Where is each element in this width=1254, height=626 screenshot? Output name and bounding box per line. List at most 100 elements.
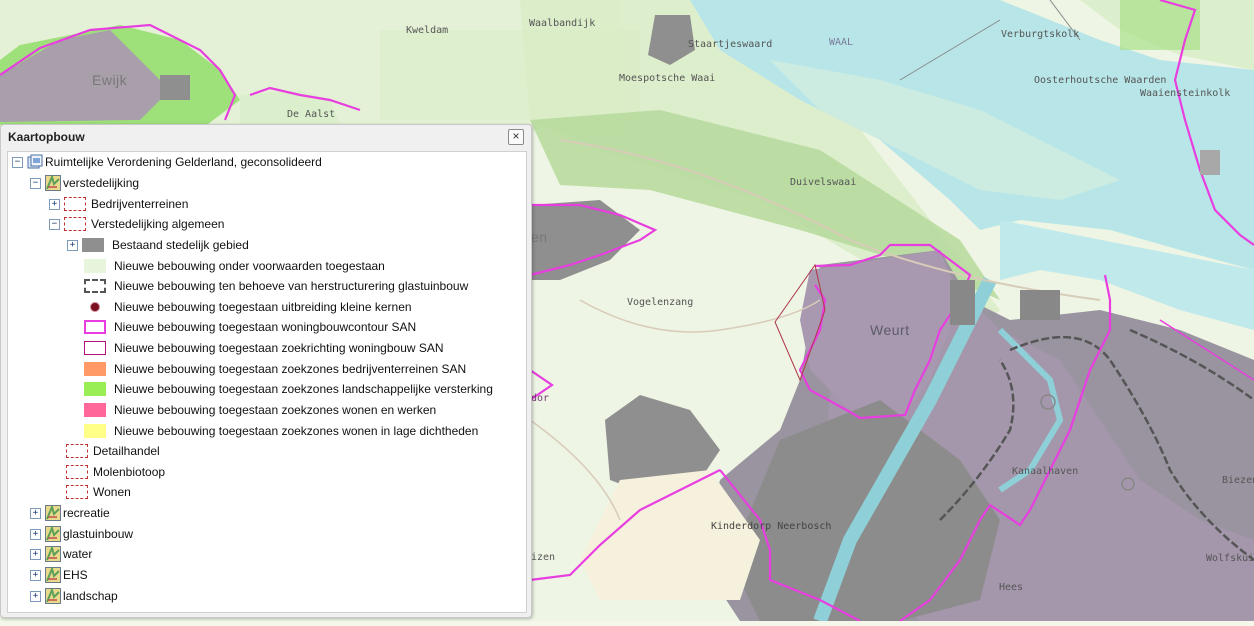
tree-label: Nieuwe bebouwing toegestaan zoekzones la… [114,382,493,396]
legend-symbol [84,279,106,293]
panel-title: Kaartopbouw [8,130,85,144]
tree-node-bestaand-stedelijk-gebied[interactable]: + Bestaand stedelijk gebied [67,235,249,255]
legend-symbol [82,238,104,252]
tree-label: Molenbiotoop [93,465,166,479]
tree-label: Nieuwe bebouwing toegestaan zoekzones wo… [114,424,479,438]
tree-label: Wonen [93,485,131,499]
place-name-verburgtskolk: Verburgtskolk [1001,29,1080,40]
tree-node-verstedelijking-algemeen[interactable]: − Verstedelijking algemeen [49,214,224,234]
legend-symbol [64,197,86,211]
map-service-icon [27,154,43,169]
tree-node-landschap[interactable]: + landschap [30,586,118,606]
map-layers-panel[interactable]: Kaartopbouw × − Ruimtelijke Verordening … [0,124,532,618]
tree-node-water[interactable]: + water [30,544,92,564]
tree-label: Nieuwe bebouwing toegestaan zoekzones wo… [114,403,437,417]
place-name-staartjeswaard: Staartjeswaard [688,39,773,50]
legend-item: Nieuwe bebouwing ten behoeve van herstru… [84,276,468,296]
place-name-oosterhoutsche-waarden: Oosterhoutsche Waarden [1034,75,1167,86]
collapse-toggle[interactable]: − [30,177,41,189]
legend-item: Nieuwe bebouwing toegestaan zoekzones wo… [84,400,436,420]
expand-toggle[interactable]: + [30,507,41,519]
collapse-toggle[interactable]: − [12,156,23,168]
layer-icon [45,567,61,583]
place-name-waaiensteinkolk: Waaiensteinkolk [1140,88,1231,99]
tree-label: Nieuwe bebouwing toegestaan zoekzones be… [114,362,467,376]
tree-label: recreatie [63,506,110,520]
legend-symbol [66,444,88,458]
expand-toggle[interactable]: + [49,198,60,210]
legend-symbol [66,465,88,479]
layer-icon [45,588,61,604]
legend-symbol [84,341,106,355]
legend-symbol [84,403,106,417]
tree-node-glastuinbouw[interactable]: + glastuinbouw [30,524,133,544]
place-name-waal: WAAL [829,37,854,48]
tree-node-detailhandel[interactable]: Detailhandel [66,441,160,461]
layer-icon [45,526,61,542]
place-name-duivelswaai: Duivelswaai [790,177,857,188]
tree-label: Nieuwe bebouwing onder voorwaarden toege… [114,259,385,273]
tree-label: Ruimtelijke Verordening Gelderland, geco… [45,155,322,169]
legend-symbol [64,217,86,231]
legend-symbol [84,320,106,334]
legend-item: Nieuwe bebouwing toegestaan zoekrichting… [84,338,444,358]
legend-item: Nieuwe bebouwing toegestaan zoekzones la… [84,379,493,399]
expand-toggle[interactable]: + [30,569,41,581]
legend-item: Nieuwe bebouwing toegestaan uitbreiding … [84,297,412,317]
layer-icon [45,546,61,562]
tree-node-verstedelijking[interactable]: − verstedelijking [30,173,139,193]
place-name-kinderdorp-neerbosch: Kinderdorp Neerbosch [711,521,832,532]
expand-toggle[interactable]: + [30,528,41,540]
place-name-hees: Hees [999,582,1024,593]
place-name-de-aalst: De Aalst [287,109,336,120]
legend-item: Nieuwe bebouwing toegestaan zoekzones wo… [84,421,478,441]
layer-tree[interactable]: − Ruimtelijke Verordening Gelderland, ge… [7,151,527,613]
tree-label: glastuinbouw [63,527,134,541]
place-name-kanaalhaven: Kanaalhaven [1012,466,1079,477]
place-name-biezen: Biezen [1222,475,1254,486]
tree-label: Bestaand stedelijk gebied [112,238,249,252]
tree-label: Bedrijventerreinen [91,197,189,211]
layer-icon [45,505,61,521]
tree-label: water [63,547,93,561]
place-name-partial-en: en [531,229,548,245]
place-name-partial-izen: izen [531,552,556,563]
tree-node-ehs[interactable]: + EHS [30,565,88,585]
legend-symbol [84,362,106,376]
place-name-vogelenzang: Vogelenzang [627,297,694,308]
tree-node-bedrijventerreinen[interactable]: + Bedrijventerreinen [49,194,188,214]
tree-label: Detailhandel [93,444,160,458]
tree-label: verstedelijking [63,176,140,190]
tree-label: Nieuwe bebouwing ten behoeve van herstru… [114,279,469,293]
tree-label: EHS [63,568,88,582]
place-name-wolfskuil: Wolfskuil [1206,553,1254,564]
place-name-partial-dor: dor [531,393,550,404]
layer-icon [45,175,61,191]
tree-node-molenbiotoop[interactable]: Molenbiotoop [66,462,165,482]
legend-item: Nieuwe bebouwing toegestaan woningbouwco… [84,317,416,337]
tree-label: Nieuwe bebouwing toegestaan zoekrichting… [114,341,444,355]
tree-label: Nieuwe bebouwing toegestaan uitbreiding … [114,300,412,314]
legend-symbol [84,300,106,314]
legend-item: Nieuwe bebouwing onder voorwaarden toege… [84,256,385,276]
place-name-ewijk: Ewijk [92,72,128,88]
expand-toggle[interactable]: + [67,239,78,251]
place-name-waalbandijk: Waalbandijk [529,18,596,29]
legend-symbol [84,382,106,396]
tree-node-wonen[interactable]: Wonen [66,482,131,502]
expand-toggle[interactable]: + [30,548,41,560]
place-name-moespotsche-waai: Moespotsche Waai [619,73,716,84]
tree-node-root[interactable]: − Ruimtelijke Verordening Gelderland, ge… [12,152,322,172]
legend-symbol [84,259,106,273]
tree-node-recreatie[interactable]: + recreatie [30,503,110,523]
place-name-kweldam: Kweldam [406,25,449,36]
collapse-toggle[interactable]: − [49,218,60,230]
tree-label: Nieuwe bebouwing toegestaan woningbouwco… [114,320,417,334]
legend-symbol [66,485,88,499]
legend-symbol [84,424,106,438]
close-button[interactable]: × [508,129,524,145]
place-name-weurt: Weurt [870,322,910,338]
tree-label: landschap [63,589,118,603]
expand-toggle[interactable]: + [30,590,41,602]
tree-label: Verstedelijking algemeen [91,217,225,231]
